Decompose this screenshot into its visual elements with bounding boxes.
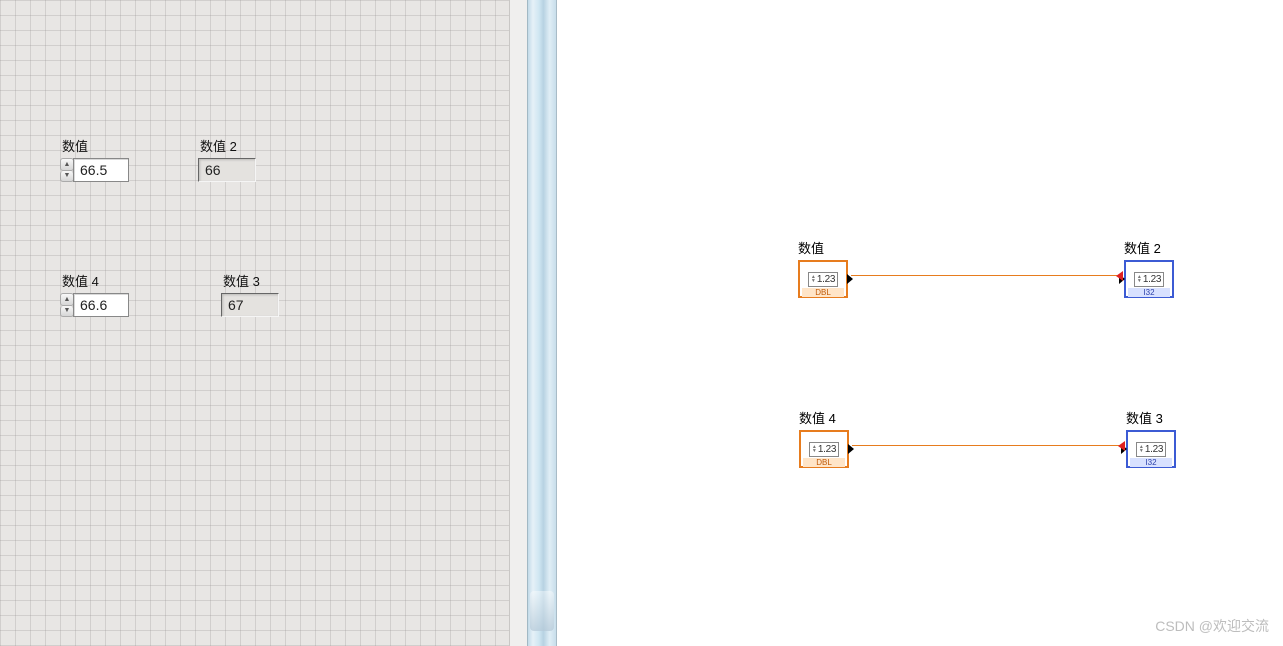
numeric-control-body: ▲▼ 66.5 <box>60 158 129 182</box>
numeric-control-body: ▲▼ 66.6 <box>60 293 129 317</box>
node-label: 数值 2 <box>1124 238 1174 257</box>
pane-divider[interactable] <box>527 0 557 646</box>
numeric-control-2: 数值 4 ▲▼ 66.6 <box>60 271 129 317</box>
wire-2[interactable] <box>852 445 1119 446</box>
datatype-label: I32 <box>1128 288 1170 297</box>
terminal-glyph: ▲▼ 1.23 <box>808 272 838 287</box>
bd-control-node-1[interactable]: 数值 ▲▼ 1.23 DBL <box>798 238 848 298</box>
spinner-icon[interactable]: ▲▼ <box>60 158 74 182</box>
control-terminal-icon[interactable]: ▲▼ 1.23 DBL <box>798 260 848 298</box>
terminal-glyph: ▲▼ 1.23 <box>1136 442 1166 457</box>
numeric-display: 66 <box>198 158 256 182</box>
block-diagram[interactable]: 数值 ▲▼ 1.23 DBL 数值 2 ▲▼ 1.23 I32 <box>557 0 1283 646</box>
numeric-display: 67 <box>221 293 279 317</box>
front-panel[interactable]: 数值 ▲▼ 66.5 数值 2 66 数值 4 ▲▼ 66.6 <box>0 0 527 646</box>
coercion-dot-icon <box>1118 441 1125 451</box>
terminal-glyph: ▲▼ 1.23 <box>809 442 839 457</box>
spinner-icon[interactable]: ▲▼ <box>60 293 74 317</box>
datatype-label: DBL <box>803 458 845 467</box>
watermark: CSDN @欢迎交流 <box>1155 616 1269 636</box>
numeric-indicator-1: 数值 2 66 <box>198 136 256 182</box>
datatype-label: I32 <box>1130 458 1172 467</box>
control-terminal-icon[interactable]: ▲▼ 1.23 DBL <box>799 430 849 468</box>
bd-indicator-node-1[interactable]: 数值 2 ▲▼ 1.23 I32 <box>1124 238 1174 298</box>
node-label: 数值 4 <box>799 408 849 427</box>
terminal-glyph: ▲▼ 1.23 <box>1134 272 1164 287</box>
numeric-input[interactable]: 66.5 <box>73 158 129 182</box>
indicator-terminal-icon[interactable]: ▲▼ 1.23 I32 <box>1124 260 1174 298</box>
vertical-scrollbar[interactable] <box>509 0 527 646</box>
control-label: 数值 4 <box>60 271 129 290</box>
datatype-label: DBL <box>802 288 844 297</box>
numeric-indicator-2: 数值 3 67 <box>221 271 279 317</box>
indicator-label: 数值 2 <box>198 136 256 155</box>
bd-indicator-node-2[interactable]: 数值 3 ▲▼ 1.23 I32 <box>1126 408 1176 468</box>
control-label: 数值 <box>60 136 129 155</box>
indicator-terminal-icon[interactable]: ▲▼ 1.23 I32 <box>1126 430 1176 468</box>
indicator-label: 数值 3 <box>221 271 279 290</box>
app-root: 数值 ▲▼ 66.5 数值 2 66 数值 4 ▲▼ 66.6 <box>0 0 1283 646</box>
node-label: 数值 <box>798 238 848 257</box>
numeric-input[interactable]: 66.6 <box>73 293 129 317</box>
coercion-dot-icon <box>1116 271 1123 281</box>
wire-1[interactable] <box>851 275 1117 276</box>
numeric-control-1: 数值 ▲▼ 66.5 <box>60 136 129 182</box>
node-label: 数值 3 <box>1126 408 1176 427</box>
bd-control-node-2[interactable]: 数值 4 ▲▼ 1.23 DBL <box>799 408 849 468</box>
